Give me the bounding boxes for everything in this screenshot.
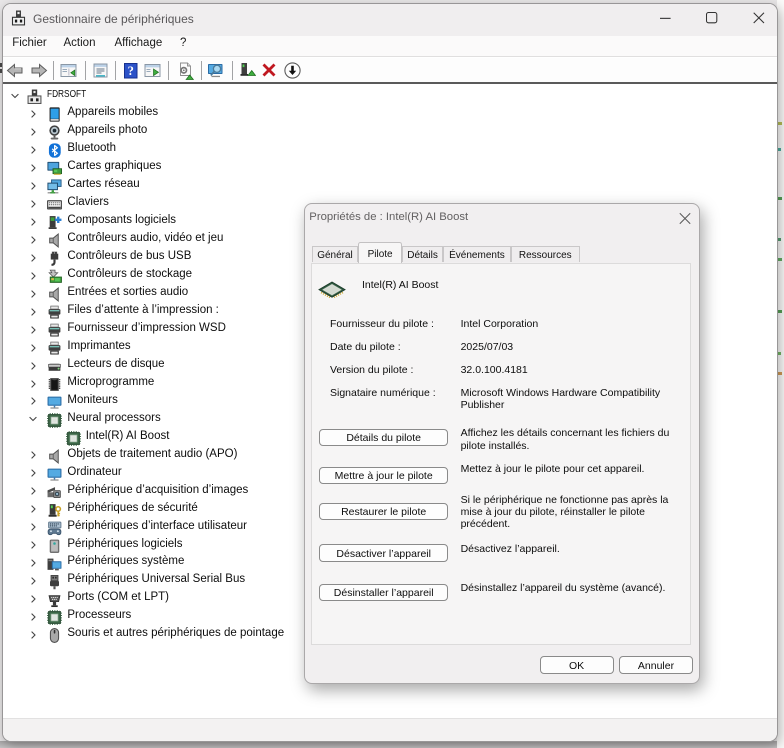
svg-text:?: ? xyxy=(127,64,133,78)
